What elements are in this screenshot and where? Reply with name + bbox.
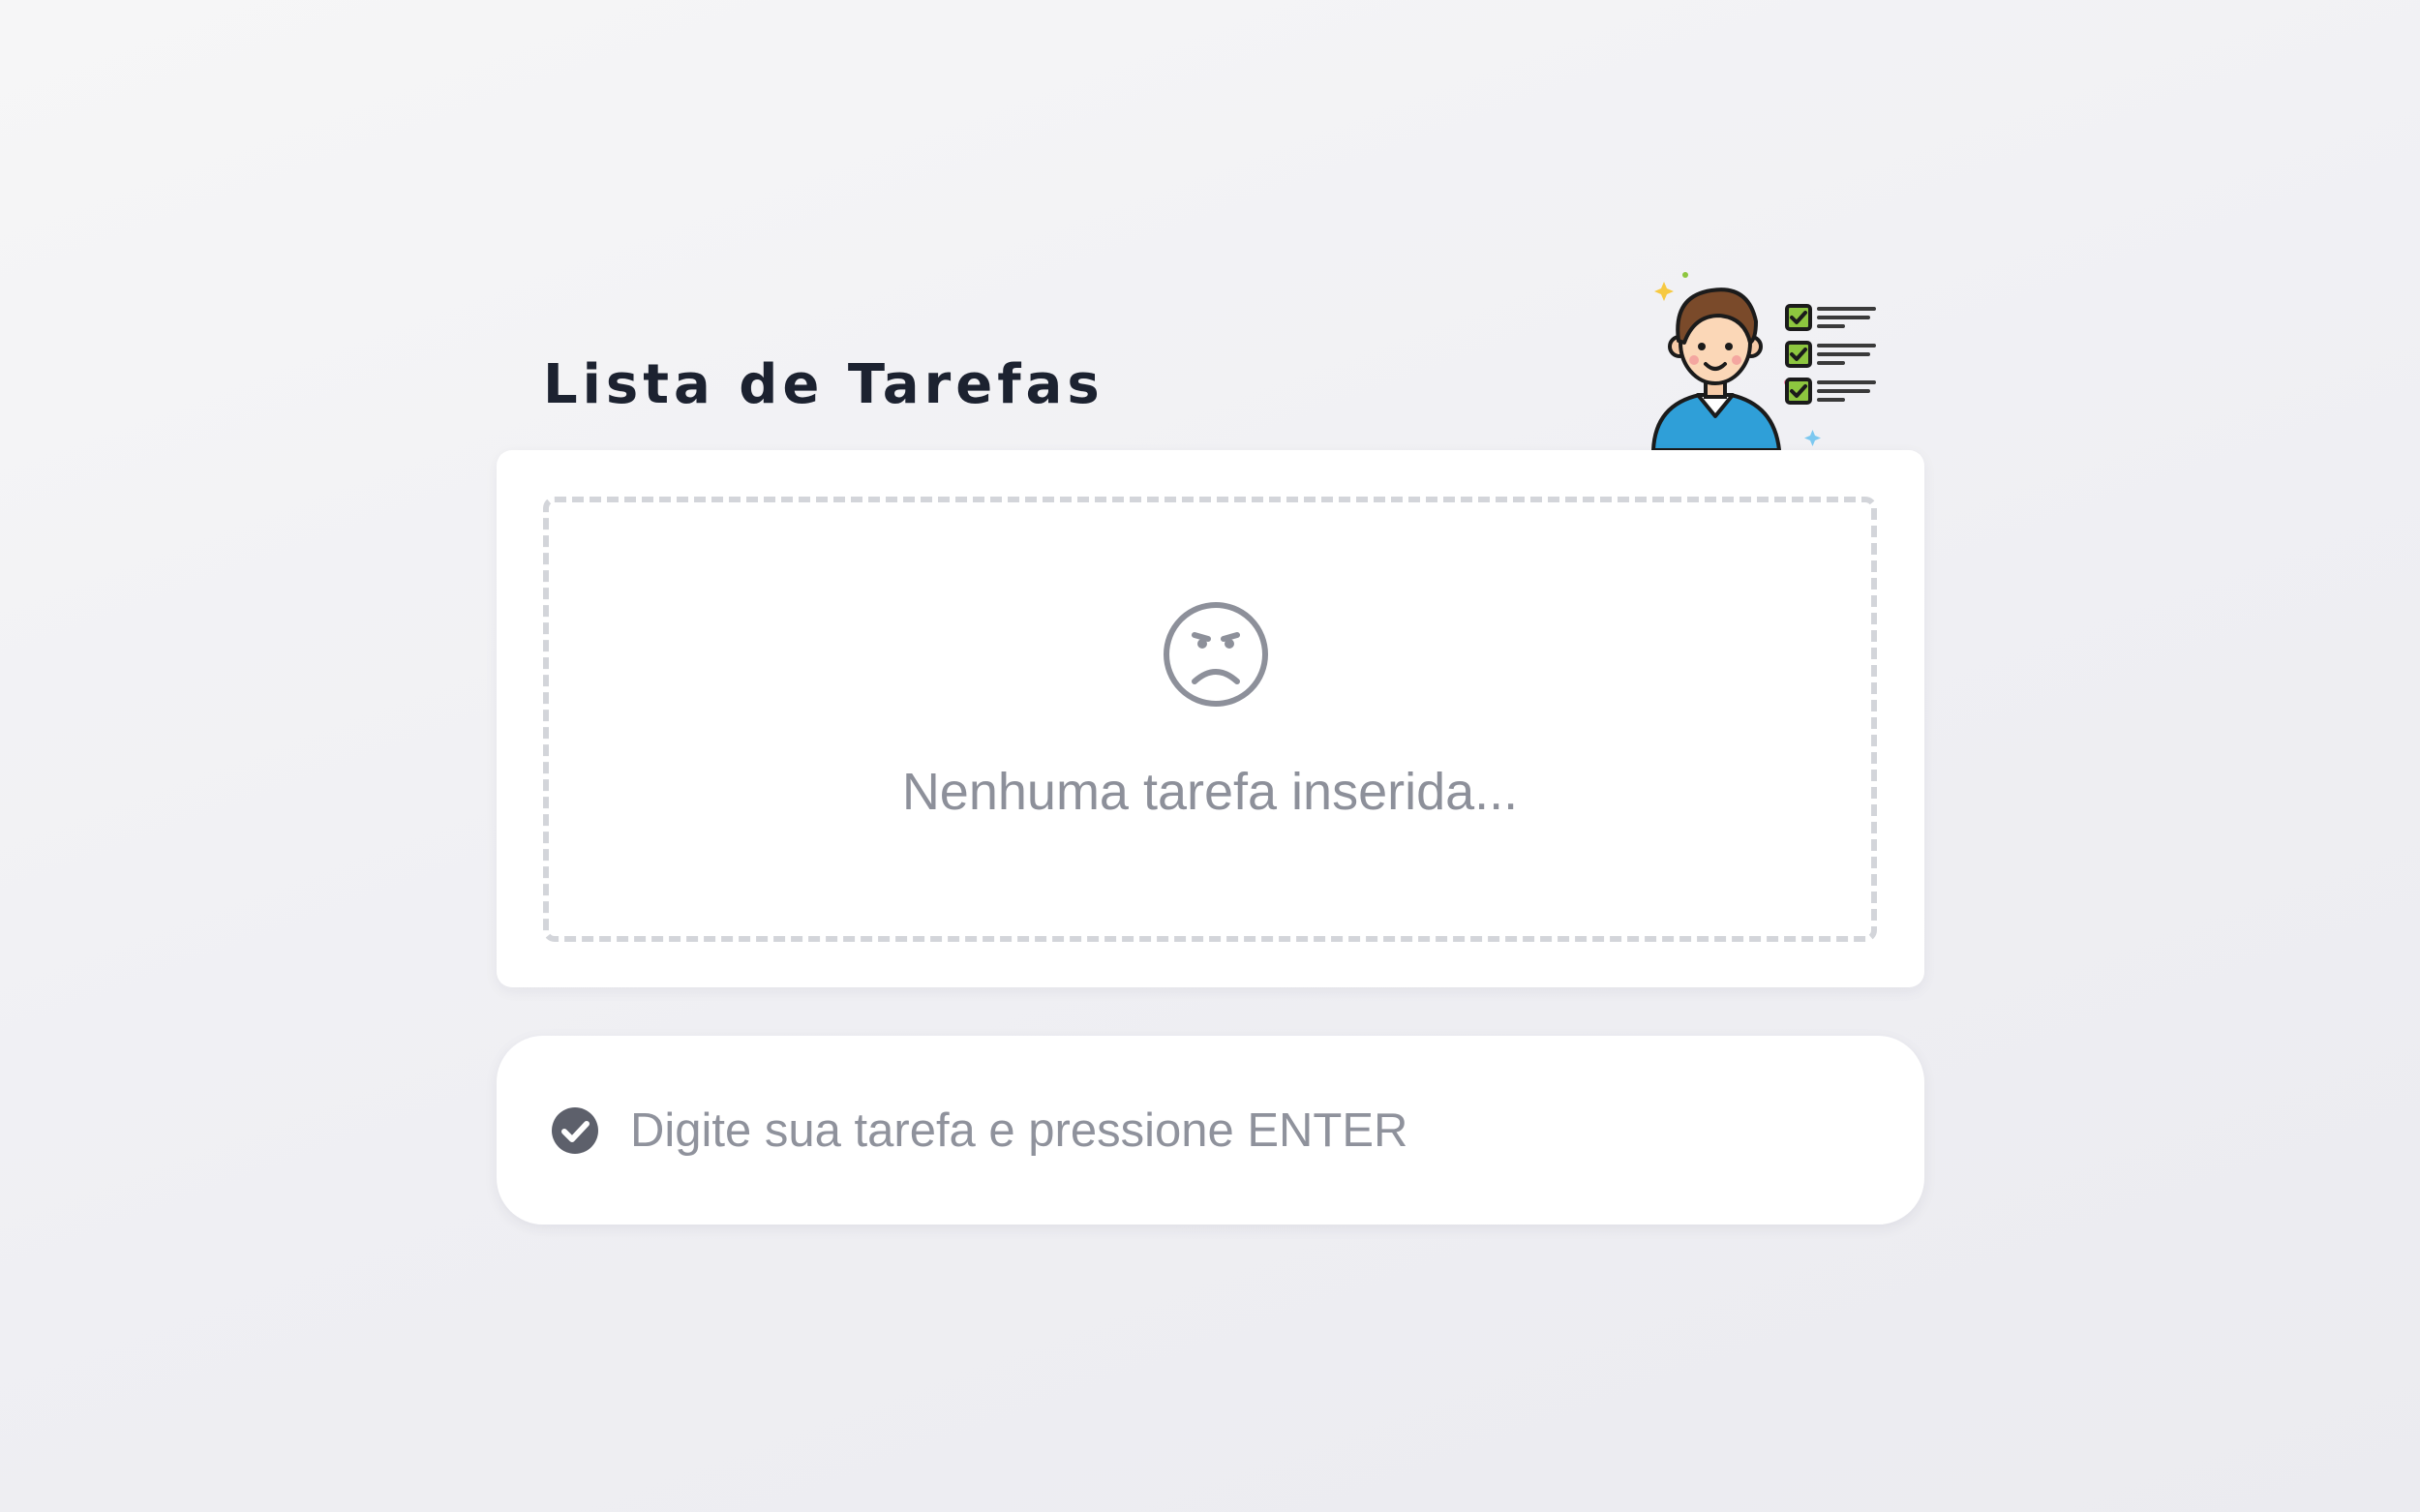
task-input-bar[interactable] [497,1036,1924,1225]
sad-face-icon [1164,602,1268,707]
task-list-card: Nenhuma tarefa inserida... [497,450,1924,987]
todo-app: Lista de Tarefas Nenhuma tarefa inserida… [497,261,1924,1229]
page-title: Lista de Tarefas [543,353,1104,416]
header: Lista de Tarefas [497,261,1924,450]
task-input[interactable] [630,1094,1869,1167]
check-circle-icon [552,1107,598,1154]
person-with-checklist-icon [1650,272,1876,450]
empty-state: Nenhuma tarefa inserida... [543,497,1877,942]
empty-message: Nenhuma tarefa inserida... [901,763,1519,821]
